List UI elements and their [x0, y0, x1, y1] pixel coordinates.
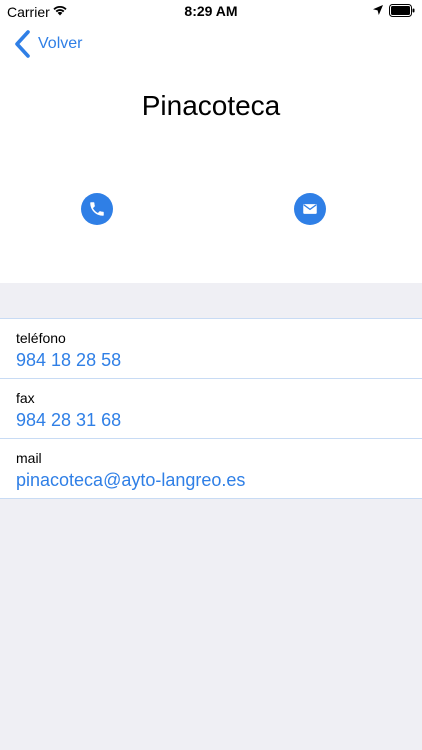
- item-label: fax: [16, 390, 35, 406]
- back-button-label: Volver: [38, 35, 83, 52]
- phone-icon: [90, 202, 104, 216]
- status-bar: Carrier 8:29 AM: [0, 0, 422, 22]
- location-arrow-icon: [373, 5, 383, 15]
- item-label: mail: [16, 450, 42, 466]
- contact-list: teléfono 984 18 28 58 fax 984 28 31 68 m…: [0, 318, 422, 499]
- header-area: Carrier 8:29 AM Volver Pinacoteca: [0, 0, 422, 283]
- page-title: Pinacoteca: [141, 90, 281, 121]
- battery-icon: [389, 4, 415, 17]
- fax-number-link[interactable]: 984 28 31 68: [16, 409, 121, 431]
- list-item-fax: fax 984 28 31 68: [0, 379, 422, 439]
- clock: 8:29 AM: [184, 3, 238, 19]
- mail-button[interactable]: [294, 193, 326, 225]
- list-item-telefono: teléfono 984 18 28 58: [0, 319, 422, 379]
- item-label: teléfono: [16, 330, 66, 346]
- back-button[interactable]: Volver: [12, 28, 82, 60]
- email-link[interactable]: pinacoteca@ayto-langreo.es: [16, 469, 245, 491]
- list-item-mail: mail pinacoteca@ayto-langreo.es: [0, 439, 422, 499]
- envelope-icon: [303, 204, 317, 214]
- phone-number-link[interactable]: 984 18 28 58: [16, 349, 121, 371]
- call-button[interactable]: [81, 193, 113, 225]
- chevron-left-icon: [15, 30, 30, 58]
